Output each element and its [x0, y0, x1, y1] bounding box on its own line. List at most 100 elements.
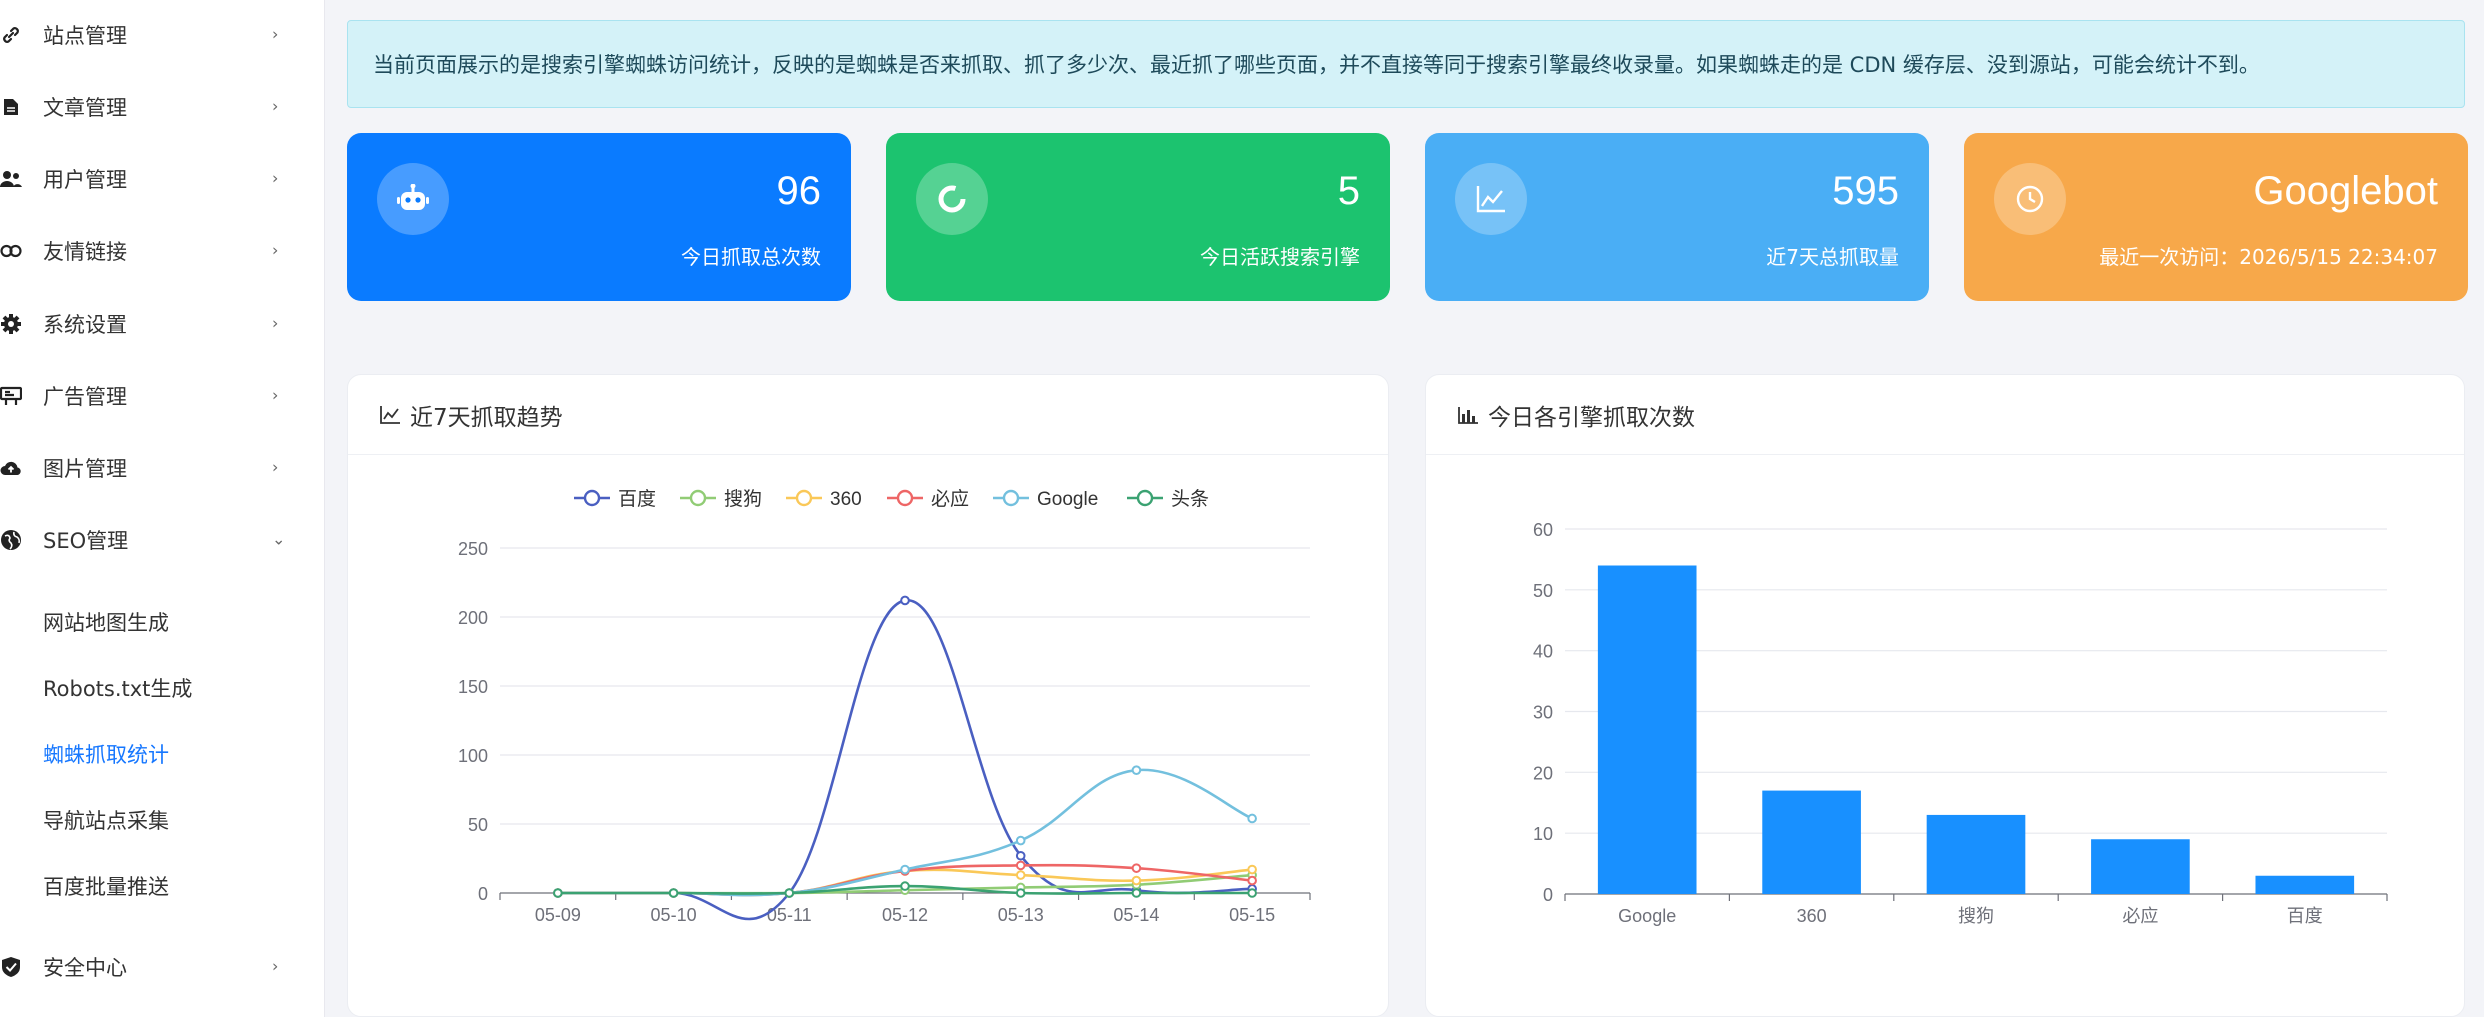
- sidebar-item-images[interactable]: 图片管理 ›: [0, 438, 325, 498]
- data-point: [1131, 863, 1142, 873]
- stat-card-last-visit: Googlebot 最近一次访问：2026/5/15 22:34:07: [1964, 133, 2468, 301]
- stat-card-today-total: 96 今日抓取总次数: [347, 133, 851, 301]
- chevron-right-icon: ›: [272, 956, 279, 976]
- data-point: [553, 888, 563, 898]
- stat-value: 5: [1337, 169, 1360, 213]
- trend-card-title: 近7天抓取趋势: [410, 404, 563, 431]
- sidebar-item-sites[interactable]: 站点管理 ›: [0, 5, 325, 65]
- cloud-upload-icon: [0, 457, 22, 479]
- data-point: [1247, 875, 1257, 886]
- y-tick-label: 100: [458, 746, 488, 766]
- sidebar-item-seo[interactable]: SEO管理 ⌄: [0, 510, 325, 570]
- stat-card-active-engines: 5 今日活跃搜索引擎: [886, 133, 1390, 301]
- y-tick-label: 200: [458, 608, 488, 628]
- sidebar-item-friend-links[interactable]: 友情链接 ›: [0, 221, 325, 281]
- stat-label: 今日抓取总次数: [681, 245, 821, 269]
- y-tick-label: 50: [468, 815, 488, 835]
- legend-item: 搜狗: [680, 488, 762, 510]
- data-point: [1015, 860, 1026, 871]
- bar-360: [1762, 790, 1861, 894]
- chevron-right-icon: ›: [272, 24, 279, 44]
- data-point: [1131, 888, 1142, 898]
- legend-marker: [689, 489, 707, 507]
- refresh-ring-icon: [916, 163, 988, 235]
- sidebar-subitem-robots[interactable]: Robots.txt生成: [0, 660, 325, 716]
- data-point: [1247, 813, 1257, 824]
- data-point: [784, 888, 795, 898]
- line-chart-icon: [378, 403, 402, 427]
- shield-check-icon: [0, 956, 22, 978]
- legend-item: 头条: [1127, 488, 1209, 510]
- sidebar-subitem-nav-collect[interactable]: 导航站点采集: [0, 792, 325, 848]
- gear-icon: [0, 313, 22, 335]
- data-point: [1015, 870, 1026, 880]
- y-tick-label: 250: [458, 539, 488, 559]
- data-point: [1015, 835, 1026, 846]
- sidebar: 站点管理 › 文章管理 › 用户管理 › 友情链接 › 系统设置 › 广告管理 …: [0, 0, 325, 1017]
- x-tick-label: 360: [1797, 906, 1827, 926]
- data-point: [900, 881, 910, 891]
- x-tick-label: 必应: [2122, 906, 2158, 926]
- sidebar-item-label: 系统设置: [43, 313, 127, 337]
- data-point: [1015, 850, 1026, 861]
- sidebar-subitem-spider-stats[interactable]: 蜘蛛抓取统计: [0, 726, 325, 782]
- sidebar-item-label: 站点管理: [43, 24, 127, 48]
- legend-item: Google: [993, 489, 1098, 510]
- notice-text: 当前页面展示的是搜索引擎蜘蛛访问统计，反映的是蜘蛛是否来抓取、抓了多少次、最近抓…: [373, 53, 2260, 77]
- stat-value: Googlebot: [2253, 169, 2438, 213]
- data-point: [668, 888, 679, 898]
- stat-card-week-total: 595 近7天总抓取量: [1425, 133, 1929, 301]
- trend-card: 近7天抓取趋势 0 50 100 150 200 250 05-09 05-10 05-11 05…: [347, 374, 1389, 1017]
- trend-card-header: 近7天抓取趋势: [348, 375, 1388, 455]
- sidebar-item-articles[interactable]: 文章管理 ›: [0, 77, 325, 137]
- data-point: [1247, 888, 1257, 898]
- x-tick-label: 搜狗: [1958, 906, 1994, 926]
- sidebar-subitem-label: 导航站点采集: [43, 809, 169, 833]
- data-point: [1131, 765, 1142, 775]
- stat-value: 96: [776, 169, 822, 213]
- stat-label: 最近一次访问：2026/5/15 22:34:07: [2099, 245, 2438, 269]
- data-point: [900, 864, 910, 875]
- sidebar-item-ads[interactable]: 广告管理 ›: [0, 366, 325, 426]
- y-tick-label: 50: [1533, 581, 1553, 601]
- sidebar-item-security[interactable]: 安全中心 ›: [0, 937, 325, 997]
- sidebar-item-label: 文章管理: [43, 96, 127, 120]
- link-icon: [0, 24, 22, 46]
- chevron-down-icon: ⌄: [272, 529, 286, 549]
- x-tick-label: Google: [1618, 906, 1676, 926]
- y-tick-label: 20: [1533, 763, 1553, 783]
- sidebar-subitem-baidu-push[interactable]: 百度批量推送: [0, 858, 325, 914]
- clock-icon: [1994, 163, 2066, 235]
- sidebar-subitem-label: 网站地图生成: [43, 611, 169, 635]
- robot-icon: [377, 163, 449, 235]
- x-tick-label: 05-10: [651, 905, 697, 925]
- sidebar-subitem-label: 百度批量推送: [43, 875, 169, 899]
- y-tick-label: 30: [1533, 703, 1553, 723]
- y-tick-label: 0: [478, 884, 488, 904]
- stat-label: 今日活跃搜索引擎: [1200, 245, 1360, 269]
- users-icon: [0, 168, 22, 190]
- bar-chart: 0 10 20 30 40 50 60 Google 360 搜狗 必应 百度: [1533, 520, 2388, 926]
- sidebar-item-settings[interactable]: 系统设置 ›: [0, 294, 325, 354]
- x-tick-label: 05-12: [882, 905, 928, 925]
- data-point: [1247, 864, 1257, 875]
- data-point: [1015, 888, 1026, 898]
- bar-chart-icon: [1456, 403, 1480, 427]
- bar-Google: [1597, 565, 1697, 894]
- chevron-right-icon: ›: [272, 457, 279, 477]
- file-icon: [0, 96, 22, 118]
- bar-百度: [2255, 875, 2355, 894]
- sidebar-subitem-sitemap[interactable]: 网站地图生成: [0, 594, 325, 650]
- sidebar-item-label: 广告管理: [43, 385, 127, 409]
- data-point: [1131, 875, 1142, 886]
- y-tick-label: 40: [1533, 642, 1553, 662]
- sidebar-item-label: SEO管理: [43, 529, 129, 553]
- sidebar-item-users[interactable]: 用户管理 ›: [0, 149, 325, 209]
- legend-marker: [1136, 489, 1154, 507]
- sidebar-subitem-label: Robots.txt生成: [43, 677, 193, 701]
- chain-icon: [0, 240, 22, 262]
- chevron-right-icon: ›: [272, 96, 279, 116]
- x-tick-label: 05-14: [1113, 905, 1159, 925]
- series-line-Google: [557, 768, 1253, 897]
- line-chart-icon: [1455, 163, 1527, 235]
